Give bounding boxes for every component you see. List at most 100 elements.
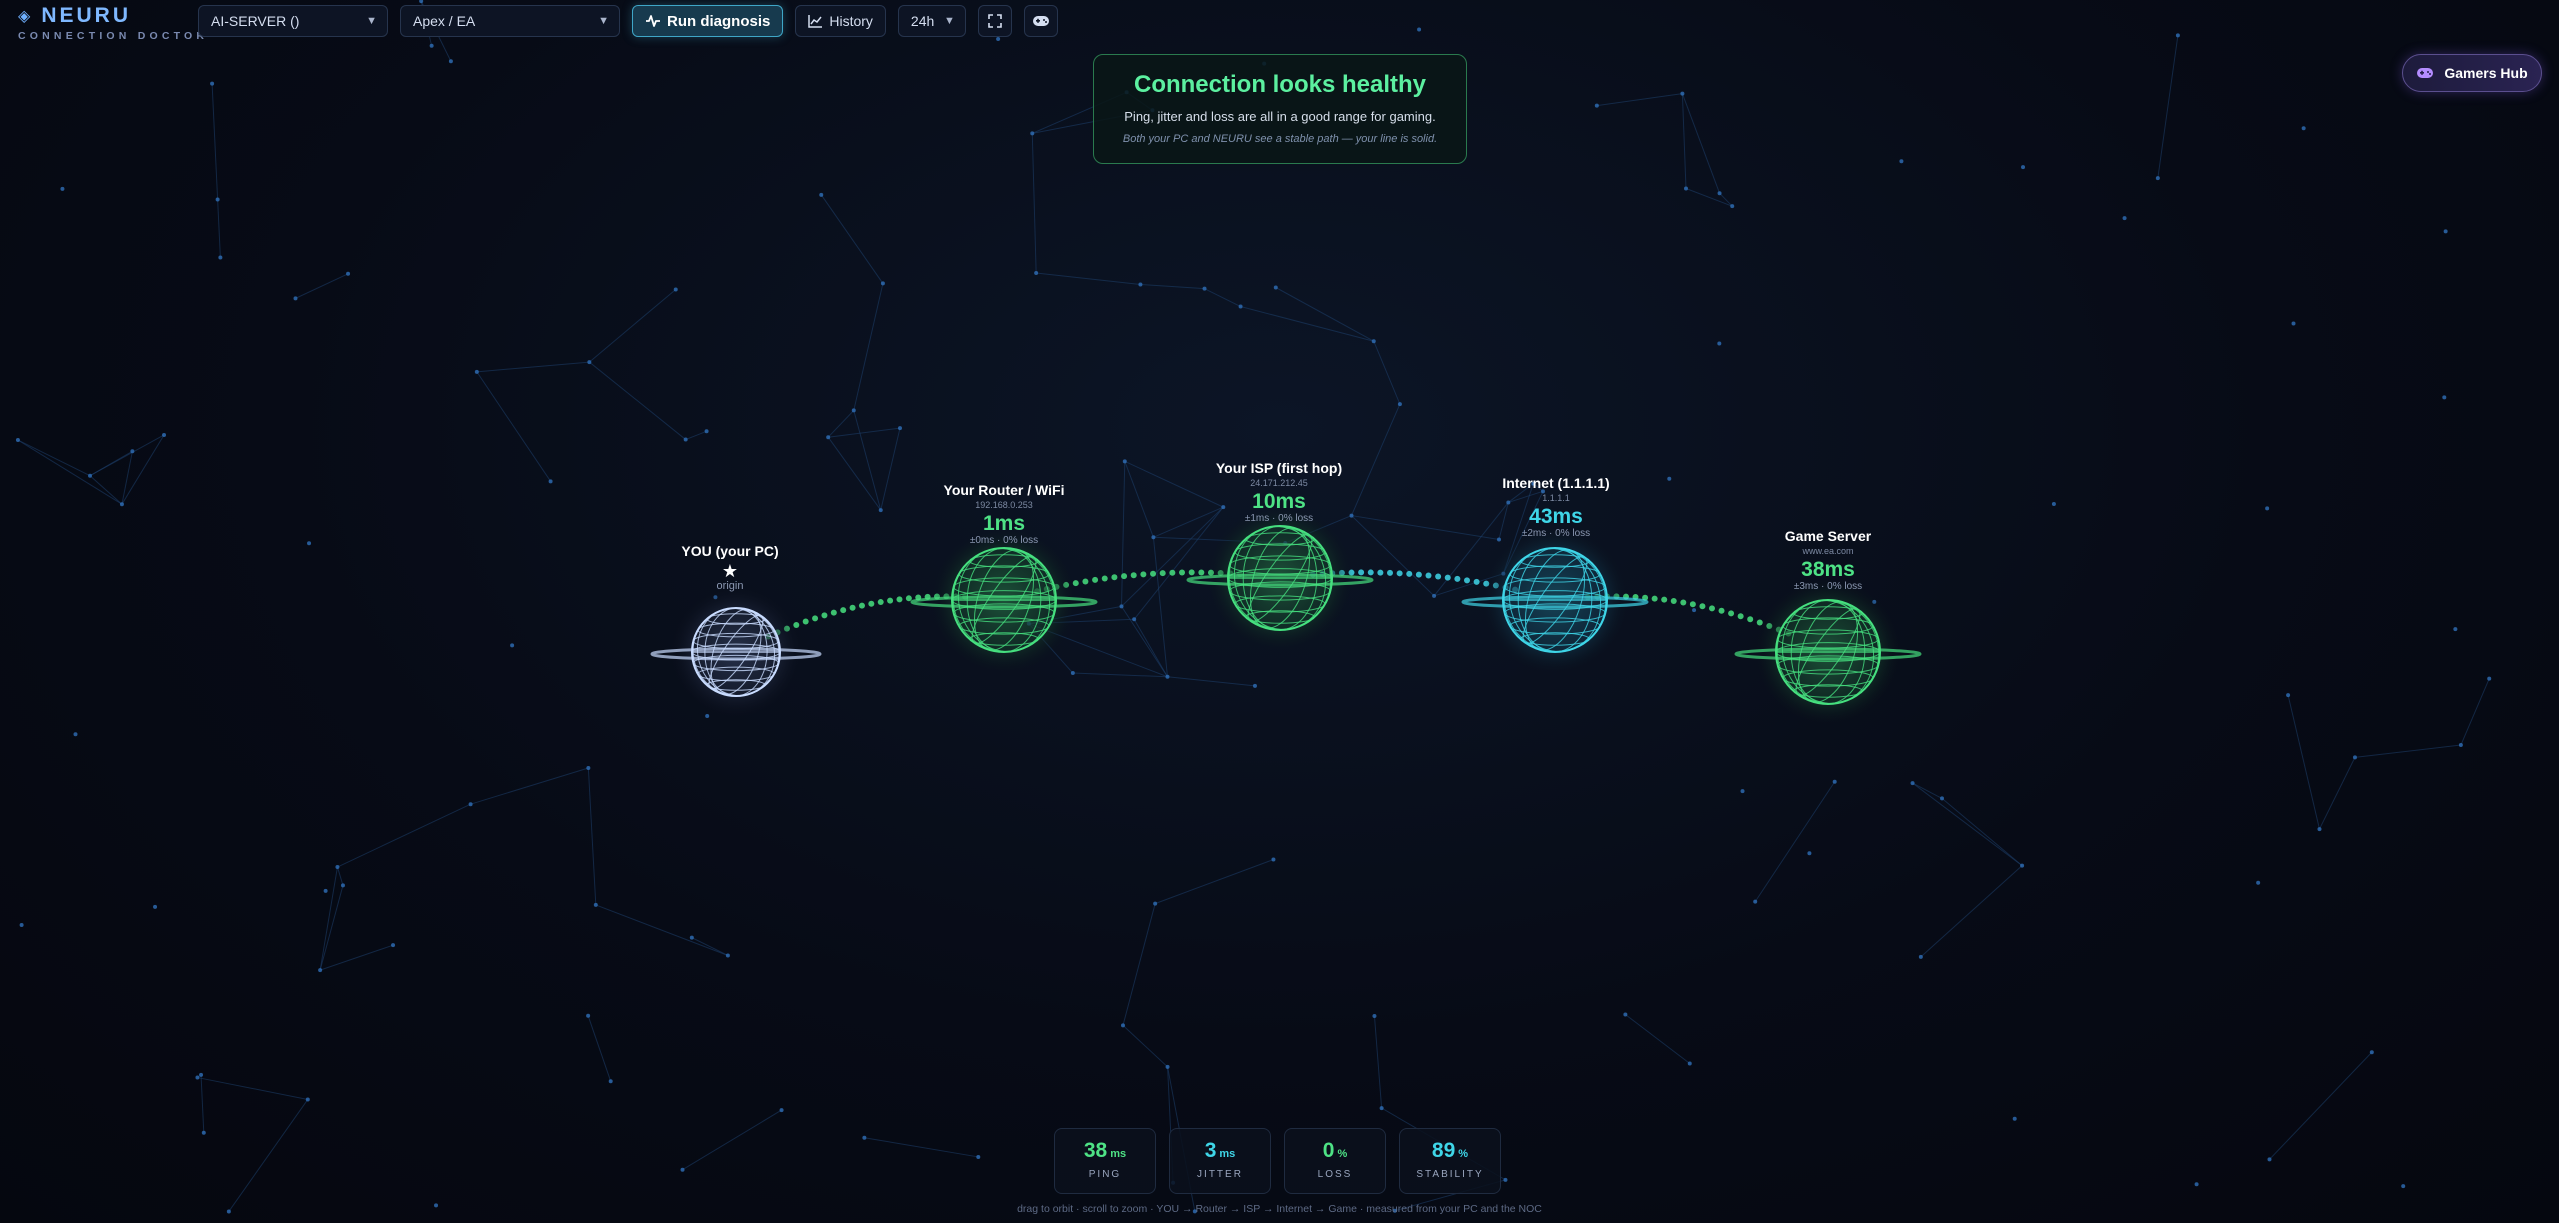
link-dot — [868, 600, 875, 607]
pulse-icon — [646, 15, 660, 27]
node-sphere-3 — [1461, 528, 1649, 672]
stability-value: 89 — [1431, 1139, 1456, 1162]
link-dot — [1473, 578, 1480, 585]
gamers-hub-label: Gamers Hub — [2444, 65, 2528, 81]
gamers-hub-button[interactable]: Gamers Hub — [2402, 54, 2542, 92]
run-diagnosis-label: Run diagnosis — [667, 12, 771, 30]
node-latency: 38ms — [1801, 558, 1855, 581]
link-dot — [1396, 570, 1403, 577]
time-range-value: 24h — [910, 13, 935, 29]
gamepad-icon — [1032, 16, 1049, 26]
link-dot — [1689, 601, 1696, 608]
metric-ping: 38 ms PING — [1054, 1128, 1156, 1194]
network-path-visualization[interactable] — [0, 0, 2559, 1223]
jitter-value: 3 — [1204, 1139, 1217, 1162]
link-dot — [858, 602, 865, 609]
link-dot — [1092, 576, 1099, 583]
app-name: NEURU — [41, 4, 131, 27]
link-dot — [1169, 569, 1176, 576]
loss-unit: % — [1337, 1148, 1348, 1160]
node-ip: 24.171.212.45 — [1250, 478, 1308, 488]
link-dot — [1150, 570, 1157, 577]
gamepad-icon — [2417, 68, 2434, 78]
node-latency: 43ms — [1529, 505, 1583, 528]
link-dot — [1737, 613, 1744, 620]
link-dot — [1661, 596, 1668, 603]
fullscreen-icon — [988, 14, 1002, 28]
link-dot — [1140, 571, 1147, 578]
link-dot — [1082, 578, 1089, 585]
ping-unit: ms — [1110, 1148, 1127, 1160]
loss-value: 0 — [1322, 1139, 1335, 1162]
chevron-down-icon: ▼ — [598, 15, 609, 27]
server-select-value: AI-SERVER () — [211, 13, 300, 29]
ping-value: 38 — [1083, 1139, 1108, 1162]
node-ip: www.ea.com — [1802, 546, 1854, 556]
link-dot — [1670, 597, 1677, 604]
link-dot — [1367, 569, 1374, 576]
app-logo[interactable]: ◈ NEURU CONNECTION DOCTOR — [18, 4, 208, 42]
link-dot — [1415, 571, 1422, 578]
node-jitter-loss: ±1ms · 0% loss — [1244, 513, 1314, 524]
link-dot — [821, 612, 828, 619]
node-name: Internet (1.1.1.1) — [1502, 475, 1610, 491]
link-dot — [905, 595, 912, 602]
node-ip: 1.1.1.1 — [1542, 493, 1570, 503]
link-dot — [877, 599, 884, 606]
node-name: Your Router / WiFi — [943, 482, 1065, 498]
link-dot — [812, 615, 819, 622]
star-icon: ★ — [721, 561, 739, 581]
status-title: Connection looks healthy — [1133, 71, 1427, 98]
node-latency: 1ms — [982, 512, 1026, 535]
diamond-logo-icon: ◈ — [18, 8, 34, 25]
game-select[interactable]: Apex / EA ▼ — [400, 5, 620, 37]
link-dot — [1464, 577, 1470, 584]
metrics-bar: 38 ms PING 3 ms JITTER 0% LOSS 89% STABILI… — [1054, 1128, 1501, 1194]
link-dot — [1188, 569, 1195, 576]
status-note: Both your PC and NEURU see a stable path… — [1122, 133, 1438, 145]
chart-line-icon — [808, 15, 823, 28]
gamepad-button[interactable] — [1023, 5, 1058, 37]
jitter-unit: ms — [1219, 1148, 1236, 1160]
link-dot — [849, 604, 856, 611]
node-name: Game Server — [1784, 528, 1872, 544]
stability-label: STABILITY — [1416, 1169, 1484, 1180]
metric-loss: 0% LOSS — [1284, 1128, 1386, 1194]
run-diagnosis-button[interactable]: Run diagnosis — [632, 5, 784, 37]
game-select-value: Apex / EA — [413, 13, 476, 29]
link-dot — [1708, 605, 1715, 612]
link-dot — [1454, 575, 1461, 582]
node-jitter-loss: ±2ms · 0% loss — [1521, 528, 1591, 539]
link-dot — [1699, 603, 1706, 610]
metric-stability: 89% STABILITY — [1399, 1128, 1501, 1194]
node-name: Your ISP (first hop) — [1215, 460, 1343, 476]
link-dot — [1179, 569, 1186, 576]
status-description: Ping, jitter and loss are all in a good … — [1124, 109, 1436, 124]
status-card: Connection looks healthy Ping, jitter an… — [1093, 54, 1467, 164]
history-button[interactable]: History — [795, 5, 886, 37]
fullscreen-button[interactable] — [977, 5, 1012, 37]
link-dot — [896, 596, 903, 603]
link-dot — [1101, 575, 1108, 582]
link-dot — [1425, 572, 1432, 579]
link-dot — [1747, 616, 1754, 623]
server-select[interactable]: AI-SERVER () ▼ — [198, 5, 388, 37]
footer-hint: drag to orbit · scroll to zoom · YOU → R… — [1017, 1203, 1542, 1215]
node-label-router: Your Router / WiFi 192.168.0.253 1ms ±0m… — [884, 482, 1124, 546]
jitter-label: JITTER — [1197, 1169, 1243, 1180]
link-dot — [1387, 569, 1393, 576]
link-dot — [1121, 573, 1128, 580]
node-name: YOU (your PC) — [681, 543, 779, 559]
link-dot — [802, 618, 809, 625]
link-dot — [1435, 573, 1442, 580]
node-sphere-1 — [910, 528, 1098, 672]
node-ip: 192.168.0.253 — [975, 500, 1033, 510]
link-dot — [1680, 599, 1687, 606]
link-dot — [1111, 574, 1118, 581]
link-dot — [1406, 570, 1413, 577]
loss-label: LOSS — [1317, 1169, 1353, 1180]
node-label-internet: Internet (1.1.1.1) 1.1.1.1 43ms ±2ms · 0… — [1436, 475, 1676, 539]
time-range-select[interactable]: 24h ▼ — [897, 5, 966, 37]
link-dot — [1377, 569, 1384, 576]
node-origin-text: origin — [716, 580, 744, 592]
